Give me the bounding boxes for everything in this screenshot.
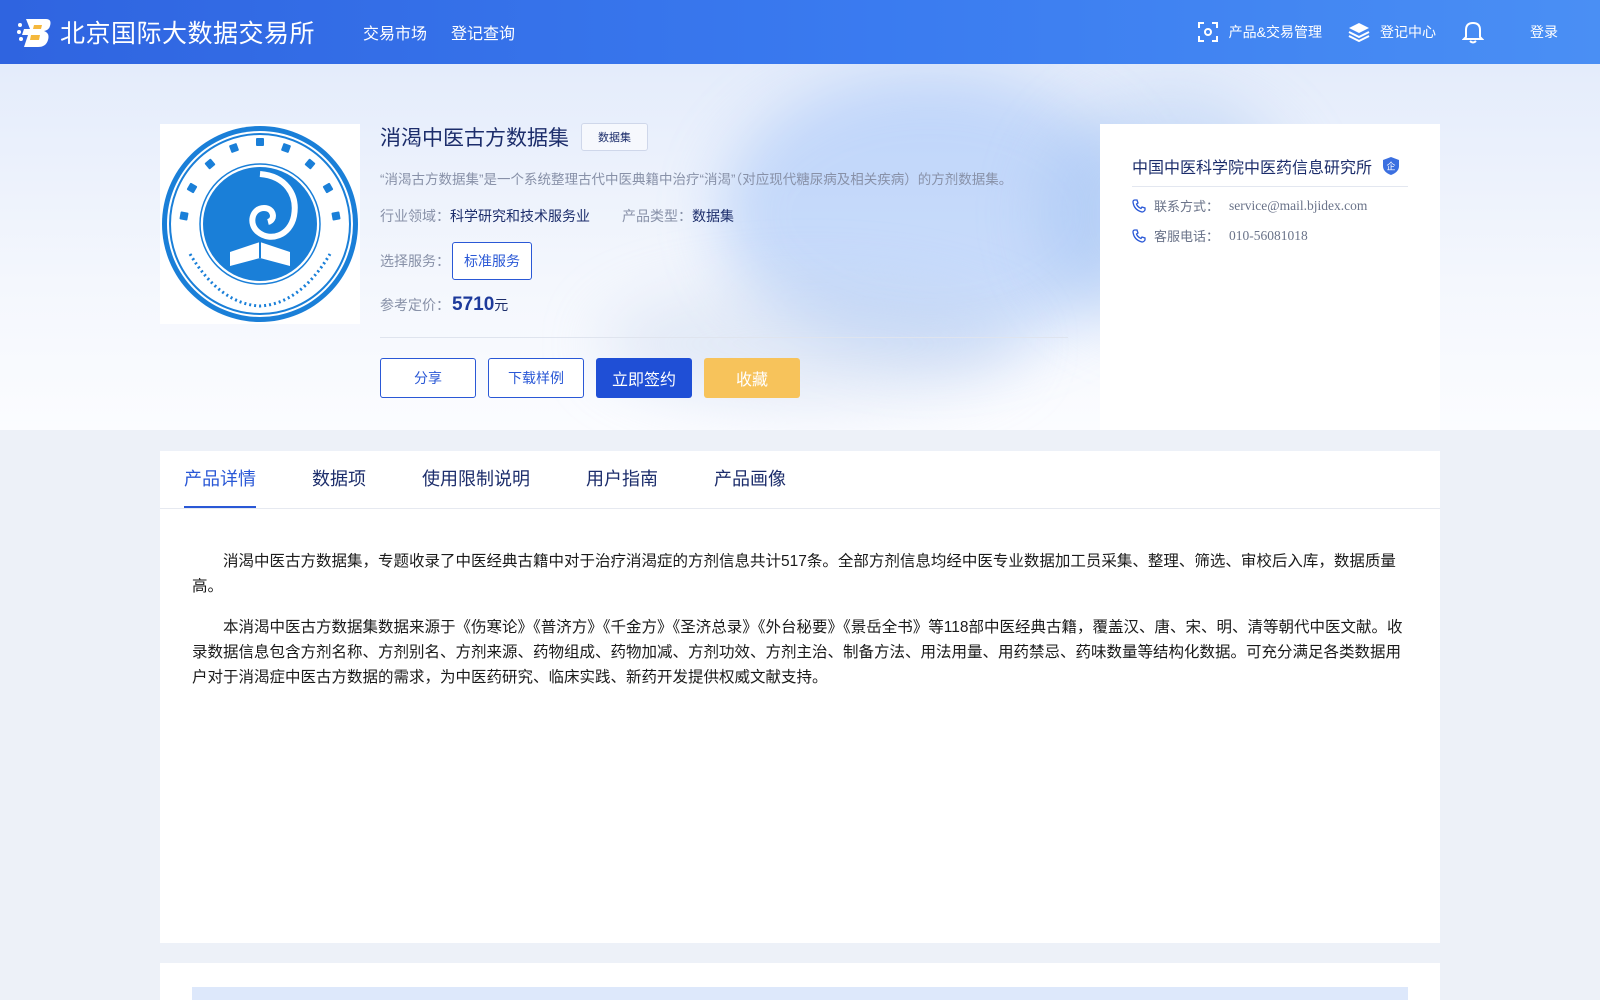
tab-product-details[interactable]: 产品详情 — [184, 451, 256, 508]
industry-value: 科学研究和技术服务业 — [450, 208, 590, 224]
action-buttons: 分享 下载样例 立即签约 收藏 — [380, 358, 800, 398]
svg-text:企: 企 — [1387, 161, 1396, 173]
detail-tabs: 产品详情 数据项 使用限制说明 用户指南 产品画像 — [184, 451, 786, 508]
product-description: “消渴古方数据集”是一个系统整理古代中医典籍中治疗“消渴”（对应现代糖尿病及相关… — [380, 172, 1013, 187]
product-detail-content: 消渴中医古方数据集，专题收录了中医经典古籍中对于治疗消渴症的方剂信息共计517条… — [192, 549, 1414, 706]
reference-price: 参考定价： 5710 元 — [380, 294, 508, 316]
layers-icon — [1348, 23, 1370, 43]
product-type-label: 产品类型： — [622, 208, 692, 224]
bell-icon — [1462, 21, 1484, 44]
phone-label: 客服电话： — [1154, 229, 1220, 244]
product-trade-management-link[interactable]: 产品&交易管理 — [1197, 21, 1322, 43]
product-title-row: 消渴中医古方数据集 数据集 — [380, 122, 648, 152]
download-sample-button[interactable]: 下载样例 — [488, 358, 584, 398]
bjidex-logo-icon — [16, 15, 52, 49]
brand-name: 北京国际大数据交易所 — [60, 20, 316, 48]
product-trade-label: 产品&交易管理 — [1228, 24, 1322, 40]
divider — [380, 337, 1068, 338]
contact-label: 联系方式： — [1154, 199, 1220, 214]
enterprise-verified-icon: 企 — [1382, 156, 1400, 176]
product-detail-panel: 产品详情 数据项 使用限制说明 用户指南 产品画像 消渴中医古方数据集，专题收录… — [160, 451, 1440, 943]
provider-name[interactable]: 中国中医科学院中医药信息研究所 — [1132, 154, 1372, 178]
industry-label: 行业领域： — [380, 208, 450, 224]
price-label: 参考定价： — [380, 297, 450, 313]
provider-seal-logo — [160, 124, 360, 324]
scan-frame-icon — [1197, 22, 1218, 42]
register-center-label: 登记中心 — [1380, 24, 1436, 40]
tab-usage-restrictions[interactable]: 使用限制说明 — [422, 451, 530, 508]
register-center-link[interactable]: 登记中心 — [1348, 21, 1436, 43]
nav-item-register-query[interactable]: 登记查询 — [451, 20, 515, 44]
phone-icon — [1132, 198, 1146, 213]
nav-item-market[interactable]: 交易市场 — [363, 20, 427, 44]
login-link[interactable]: 登录 — [1530, 22, 1558, 42]
main-nav: 交易市场 登记查询 — [363, 20, 515, 44]
right-nav: 产品&交易管理 登记中心 登录 — [1197, 0, 1600, 64]
detail-paragraph: 消渴中医古方数据集，专题收录了中医经典古籍中对于治疗消渴症的方剂信息共计517条… — [192, 553, 1396, 595]
provider-card: 中国中医科学院中医药信息研究所 企 联系方式： service@mail.bji… — [1100, 124, 1440, 430]
tab-user-guide[interactable]: 用户指南 — [586, 451, 658, 508]
divider — [1132, 186, 1408, 187]
tab-product-profile[interactable]: 产品画像 — [714, 451, 786, 508]
top-navigation-bar: 北京国际大数据交易所 交易市场 登记查询 产品&交易管理 登记中心 登录 — [0, 0, 1600, 64]
price-value: 5710 — [452, 294, 495, 315]
brand[interactable]: 北京国际大数据交易所 — [16, 14, 315, 50]
detail-paragraph: 本消渴中医古方数据集数据来源于《伤寒论》《普济方》《千金方》《圣济总录》《外台秘… — [192, 619, 1403, 686]
favorite-button[interactable]: 收藏 — [704, 358, 800, 398]
service-selector: 选择服务： 标准服务 — [380, 242, 532, 280]
notification-bell[interactable] — [1462, 20, 1494, 44]
phone-row: 客服电话： 010-56081018 — [1132, 226, 1308, 245]
bottom-section-header — [192, 987, 1408, 1000]
product-meta: 行业领域： 科学研究和技术服务业 产品类型： 数据集 — [380, 206, 734, 226]
product-title: 消渴中医古方数据集 — [380, 127, 569, 150]
contact-email[interactable]: service@mail.bjidex.com — [1229, 198, 1367, 214]
product-type-tag: 数据集 — [581, 123, 648, 151]
standard-service-option[interactable]: 标准服务 — [452, 242, 532, 280]
product-type-value: 数据集 — [692, 208, 734, 224]
phone-number: 010-56081018 — [1229, 227, 1308, 243]
provider-name-row: 中国中医科学院中医药信息研究所 企 — [1132, 154, 1400, 178]
tab-data-items[interactable]: 数据项 — [312, 451, 366, 508]
price-unit: 元 — [494, 297, 509, 313]
sign-now-button[interactable]: 立即签约 — [596, 358, 692, 398]
bottom-section — [160, 963, 1440, 1000]
share-button[interactable]: 分享 — [380, 358, 476, 398]
phone-icon — [1132, 228, 1146, 243]
contact-row: 联系方式： service@mail.bjidex.com — [1132, 196, 1367, 215]
service-label: 选择服务： — [380, 253, 450, 269]
tabs-divider — [160, 508, 1440, 509]
